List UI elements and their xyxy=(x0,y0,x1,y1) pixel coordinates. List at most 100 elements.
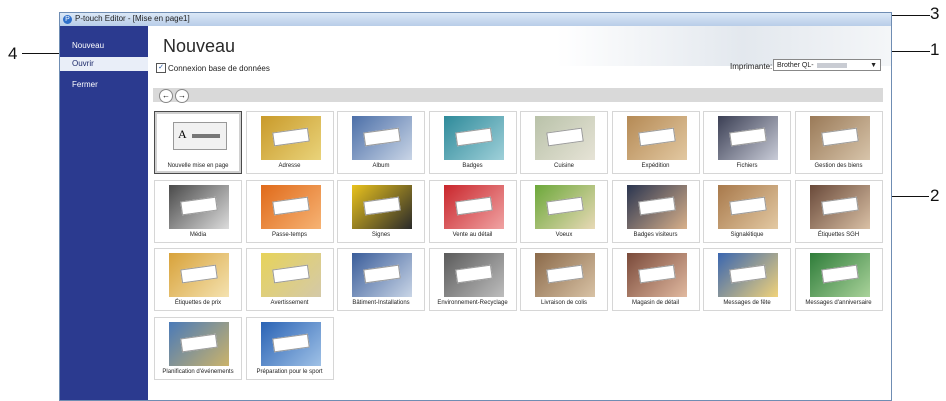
template-thumbnail xyxy=(443,253,504,297)
template-label: Expédition xyxy=(641,163,670,169)
template-label: Messages d'anniversaire xyxy=(805,300,872,306)
template-label: Badges visiteurs xyxy=(633,231,678,238)
forward-arrow-icon[interactable]: → xyxy=(175,89,189,103)
template-label: Étiquettes SGH xyxy=(817,231,860,238)
db-connection-label: Connexion base de données xyxy=(168,63,270,73)
callout-4: 4 xyxy=(8,44,18,63)
template-thumbnail xyxy=(443,184,504,229)
template-thumbnail xyxy=(718,253,778,297)
template-label: Vente au détail xyxy=(452,231,493,238)
window-title: P-touch Editor - [Mise en page1] xyxy=(75,14,190,23)
template-tile[interactable]: Badges visiteurs xyxy=(611,179,700,243)
template-thumbnail xyxy=(809,253,870,297)
template-tile[interactable]: Cuisine xyxy=(520,111,608,174)
template-tile[interactable]: Magasin de détail xyxy=(611,248,700,311)
label-sample xyxy=(546,196,584,215)
template-tile[interactable]: Vente au détail xyxy=(428,179,517,243)
template-thumbnail xyxy=(535,184,595,229)
template-label: Signalétique xyxy=(730,231,764,238)
template-label: Étiquettes de prix xyxy=(174,300,222,306)
template-thumbnail xyxy=(352,253,412,297)
label-sample xyxy=(637,127,676,147)
template-label: Fichiers xyxy=(736,163,758,169)
template-tile[interactable]: Album xyxy=(337,111,425,174)
printer-value: Brother QL- xyxy=(777,62,814,69)
template-tile[interactable]: Environnement-Recyclage xyxy=(428,248,517,311)
template-thumbnail xyxy=(718,116,778,160)
chevron-down-icon: ▼ xyxy=(870,62,877,69)
template-label: Cuisine xyxy=(553,163,574,169)
db-connection-checkbox[interactable]: ✓ Connexion base de données xyxy=(156,63,270,73)
template-tile[interactable]: Planification d'événements xyxy=(154,316,242,380)
template-label: Messages de fête xyxy=(723,300,771,306)
template-label: Album xyxy=(372,163,390,169)
page-title: Nouveau xyxy=(163,36,236,56)
template-tile[interactable]: Étiquettes SGH xyxy=(794,179,883,243)
template-tile[interactable]: Avertissement xyxy=(245,248,334,311)
template-label: Passe-temps xyxy=(271,231,307,238)
template-tile[interactable]: Adresse xyxy=(245,111,334,174)
label-sample xyxy=(454,127,493,147)
app-icon: P xyxy=(63,15,72,24)
label-sample xyxy=(271,196,310,215)
template-thumbnail xyxy=(443,116,504,160)
template-thumbnail xyxy=(260,253,321,297)
label-sample xyxy=(546,264,584,284)
label-sample xyxy=(546,127,584,147)
template-tile[interactable]: Gestion des biens xyxy=(794,111,883,174)
label-sample xyxy=(271,264,310,284)
template-tile[interactable]: A Nouvelle mise en page xyxy=(154,111,242,174)
template-thumbnail xyxy=(626,253,687,297)
template-tile[interactable]: Signes xyxy=(337,179,425,243)
template-label: Environnement-Recyclage xyxy=(437,300,508,306)
label-sample xyxy=(363,264,401,284)
template-tile[interactable]: Voeux xyxy=(520,179,608,243)
label-sample xyxy=(637,196,676,215)
callout-2: 2 xyxy=(930,186,940,205)
template-nav-bar: ← → xyxy=(153,88,883,103)
template-thumbnail xyxy=(169,253,229,297)
template-tile[interactable]: Messages de fête xyxy=(703,248,791,311)
template-tile[interactable]: Messages d'anniversaire xyxy=(794,248,883,311)
label-sample xyxy=(820,196,859,215)
label-sample xyxy=(729,264,767,284)
sidebar: Nouveau Ouvrir Fermer xyxy=(60,26,148,400)
template-label: Livraison de colis xyxy=(540,300,588,306)
label-sample xyxy=(271,333,310,352)
template-thumbnail xyxy=(809,184,870,229)
template-label: Adresse xyxy=(278,163,301,169)
template-tile[interactable]: Préparation pour le sport xyxy=(245,316,334,380)
template-thumbnail xyxy=(169,321,229,366)
template-tile[interactable]: Étiquettes de prix xyxy=(154,248,242,311)
template-tile[interactable]: Bâtiment-Installations xyxy=(337,248,425,311)
sidebar-item-ouvrir[interactable]: Ouvrir xyxy=(60,57,148,71)
main-panel: Nouveau ✓ Connexion base de données Impr… xyxy=(148,26,891,400)
template-thumbnail xyxy=(260,184,321,229)
template-thumbnail xyxy=(535,253,595,297)
label-sample xyxy=(637,264,676,284)
template-tile[interactable]: Signalétique xyxy=(703,179,791,243)
sidebar-item-fermer[interactable]: Fermer xyxy=(60,78,148,92)
app-window: P P-touch Editor - [Mise en page1] Nouve… xyxy=(59,12,892,401)
template-tile[interactable]: Fichiers xyxy=(703,111,791,174)
template-label: Magasin de détail xyxy=(631,300,680,306)
callout-1: 1 xyxy=(930,40,940,59)
template-thumbnail xyxy=(352,184,412,229)
back-arrow-icon[interactable]: ← xyxy=(159,89,173,103)
label-sample xyxy=(729,127,767,147)
sidebar-item-nouveau[interactable]: Nouveau xyxy=(60,39,148,53)
printer-select[interactable]: Brother QL- ▼ xyxy=(773,59,881,71)
template-label: Voeux xyxy=(555,231,573,238)
label-sample xyxy=(180,333,218,352)
template-thumbnail xyxy=(626,116,687,160)
printer-label: Imprimante: xyxy=(730,62,773,71)
checkbox-checked-icon[interactable]: ✓ xyxy=(156,63,166,73)
template-tile[interactable]: Expédition xyxy=(611,111,700,174)
template-thumbnail xyxy=(809,116,870,160)
template-thumbnail xyxy=(169,184,229,229)
template-tile[interactable]: Livraison de colis xyxy=(520,248,608,311)
template-tile[interactable]: Passe-temps xyxy=(245,179,334,243)
template-tile[interactable]: Média xyxy=(154,179,242,243)
template-thumbnail xyxy=(260,321,321,366)
template-tile[interactable]: Badges xyxy=(428,111,517,174)
